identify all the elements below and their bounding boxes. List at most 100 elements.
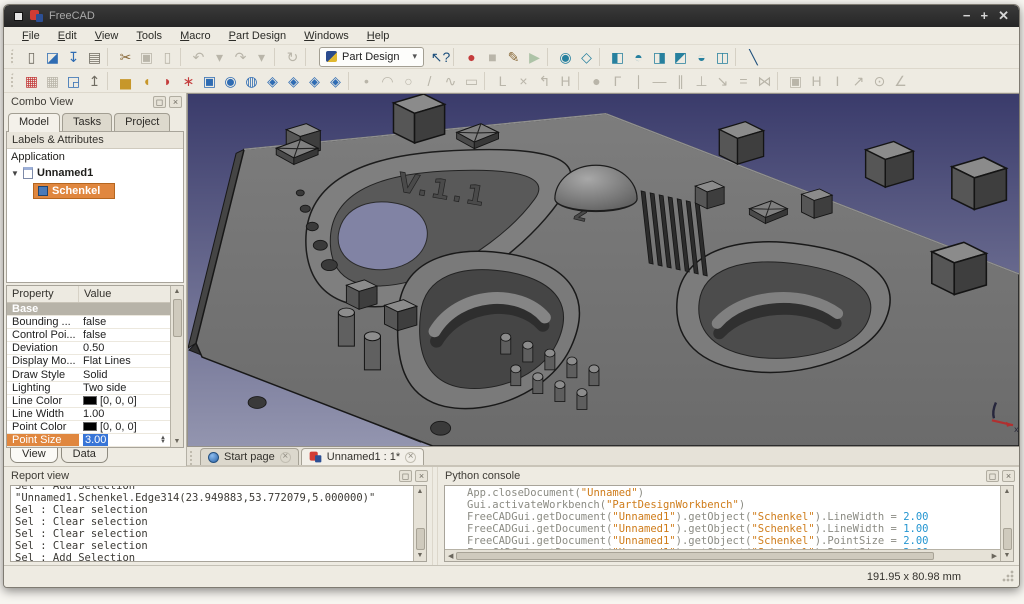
resize-grip[interactable]: [1002, 570, 1014, 582]
menu-help[interactable]: Help: [359, 29, 398, 43]
sketch-create-button[interactable]: ▦: [21, 70, 42, 91]
window-menu-icon[interactable]: [14, 12, 23, 21]
close-panel-icon[interactable]: ×: [415, 470, 428, 482]
float-panel-icon[interactable]: ◻: [153, 96, 166, 108]
sketch-line-button[interactable]: /: [419, 70, 440, 91]
view-bottom-button[interactable]: ◒: [691, 46, 712, 67]
scroll-up-icon[interactable]: ▲: [174, 286, 181, 297]
constraint-tangent-button[interactable]: ↘: [712, 70, 733, 91]
report-scrollbar[interactable]: ▲ ▼: [413, 486, 426, 561]
chamfer-button[interactable]: ◈: [283, 70, 304, 91]
save-file-button[interactable]: ↧: [63, 46, 84, 67]
sketch-circle-button[interactable]: ○: [398, 70, 419, 91]
constraint-angle-button[interactable]: ∠: [890, 70, 911, 91]
3d-scene[interactable]: V.1.1 z: [188, 94, 1019, 446]
python-console-log[interactable]: App.closeDocument("Unnamed") Gui.activat…: [445, 486, 1000, 549]
property-row-line-width[interactable]: Line Width 1.00 ▲▼: [7, 408, 170, 421]
property-group-base[interactable]: Base ▲▼: [7, 303, 170, 316]
view-axonometric-button[interactable]: ◇: [576, 46, 597, 67]
menu-view[interactable]: View: [87, 29, 127, 43]
property-row-point-size[interactable]: Point Size 3.00 ▲▼: [7, 434, 170, 447]
model-tree[interactable]: Labels & Attributes Application ▼ Unname…: [6, 131, 184, 283]
cut-button[interactable]: ✂: [115, 46, 136, 67]
tree-row-document[interactable]: ▼ Unnamed1: [7, 165, 183, 181]
scrollbar-thumb[interactable]: [173, 299, 182, 337]
macro-play-button[interactable]: ▶: [524, 46, 545, 67]
menu-file[interactable]: File: [14, 29, 48, 43]
fillet-button[interactable]: ◈: [262, 70, 283, 91]
close-button[interactable]: ✕: [998, 10, 1009, 22]
pocket-button[interactable]: ▣: [199, 70, 220, 91]
constraint-symmetric-button[interactable]: ⋈: [754, 70, 775, 91]
property-row-point-color[interactable]: Point Color [0, 0, 0] ▲▼: [7, 421, 170, 434]
property-row-deviation[interactable]: Deviation 0.50 ▲▼: [7, 342, 170, 355]
python-console-titlebar[interactable]: Python console ◻ ×: [438, 467, 1019, 485]
constraint-radius-button[interactable]: ⊙: [869, 70, 890, 91]
tab-tasks[interactable]: Tasks: [62, 113, 112, 131]
float-panel-icon[interactable]: ◻: [399, 470, 412, 482]
expander-icon[interactable]: ▼: [11, 169, 23, 178]
property-row-display-mode[interactable]: Display Mo... Flat Lines ▲▼: [7, 355, 170, 368]
constraint-vertical-distance-button[interactable]: I: [827, 70, 848, 91]
polar-pattern-button[interactable]: ∗: [178, 70, 199, 91]
sketch-bspline-button[interactable]: ∿: [440, 70, 461, 91]
close-tab-icon[interactable]: ×: [280, 452, 291, 463]
mirrored-button[interactable]: ◈: [325, 70, 346, 91]
property-row-bounding-box[interactable]: Bounding ... false ▲▼: [7, 316, 170, 329]
menu-tools[interactable]: Tools: [128, 29, 170, 43]
constraint-point-on-object-button[interactable]: Γ: [607, 70, 628, 91]
tab-data[interactable]: Data: [61, 448, 108, 463]
tab-document[interactable]: Unnamed1 : 1* ×: [301, 448, 424, 465]
3d-model-schenkel[interactable]: V.1.1 z: [188, 94, 1019, 446]
menu-windows[interactable]: Windows: [296, 29, 357, 43]
paste-button[interactable]: ▯: [157, 46, 178, 67]
constraint-vertical-button[interactable]: ∣: [628, 70, 649, 91]
menu-part-design[interactable]: Part Design: [221, 29, 294, 43]
view-right-button[interactable]: ◨: [649, 46, 670, 67]
tree-row-schenkel[interactable]: Schenkel: [7, 181, 183, 201]
float-panel-icon[interactable]: ◻: [986, 470, 999, 482]
hole-button[interactable]: ◉: [220, 70, 241, 91]
menu-macro[interactable]: Macro: [172, 29, 219, 43]
print-button[interactable]: ▤: [84, 46, 105, 67]
title-bar[interactable]: FreeCAD − + ✕: [4, 5, 1019, 27]
sketch-leave-button[interactable]: ↥: [84, 70, 105, 91]
tab-project[interactable]: Project: [114, 113, 170, 131]
linear-pattern-button[interactable]: ◍: [241, 70, 262, 91]
minimize-button[interactable]: −: [963, 10, 971, 22]
undo-dropdown[interactable]: ▾: [209, 46, 230, 67]
constraint-coincident-button[interactable]: ●: [586, 70, 607, 91]
property-row-control-points[interactable]: Control Poi... false ▲▼: [7, 329, 170, 342]
constraint-equal-button[interactable]: =: [733, 70, 754, 91]
close-panel-icon[interactable]: ×: [1002, 470, 1015, 482]
property-row-draw-style[interactable]: Draw Style Solid ▲▼: [7, 368, 170, 381]
measure-distance-button[interactable]: ╲: [743, 46, 764, 67]
tree-row-application[interactable]: Application: [7, 149, 183, 165]
report-log[interactable]: Sel : Add Selection"Unnamed1.Schenkel.Ed…: [11, 485, 413, 561]
whats-this-button[interactable]: ↖?: [430, 46, 451, 67]
sketch-edit-button[interactable]: ▦: [42, 70, 63, 91]
copy-button[interactable]: ▣: [136, 46, 157, 67]
property-scrollbar[interactable]: ▲ ▼: [170, 286, 183, 447]
console-v-scrollbar[interactable]: ▲ ▼: [1000, 486, 1013, 561]
constraint-block-button[interactable]: ▣: [785, 70, 806, 91]
report-view-titlebar[interactable]: Report view ◻ ×: [4, 467, 432, 485]
view-left-button[interactable]: ◫: [712, 46, 733, 67]
scroll-down-icon[interactable]: ▼: [174, 436, 181, 447]
draft-button[interactable]: ◈: [304, 70, 325, 91]
menu-edit[interactable]: Edit: [50, 29, 85, 43]
refresh-button[interactable]: ↻: [282, 46, 303, 67]
combo-view-titlebar[interactable]: Combo View ◻ ×: [4, 93, 186, 111]
new-file-button[interactable]: ▯: [21, 46, 42, 67]
close-tab-icon[interactable]: ×: [405, 452, 416, 463]
constraint-horizontal-distance-button[interactable]: H: [806, 70, 827, 91]
maximize-button[interactable]: +: [981, 10, 989, 22]
groove-button[interactable]: ◗: [157, 70, 178, 91]
revolution-button[interactable]: ◖: [136, 70, 157, 91]
macro-stop-button[interactable]: ■: [482, 46, 503, 67]
property-row-lighting[interactable]: Lighting Two side ▲▼: [7, 382, 170, 395]
tabbar-handle[interactable]: [190, 451, 196, 465]
constraint-parallel-button[interactable]: ∥: [670, 70, 691, 91]
view-front-button[interactable]: ◧: [607, 46, 628, 67]
redo-dropdown[interactable]: ▾: [251, 46, 272, 67]
